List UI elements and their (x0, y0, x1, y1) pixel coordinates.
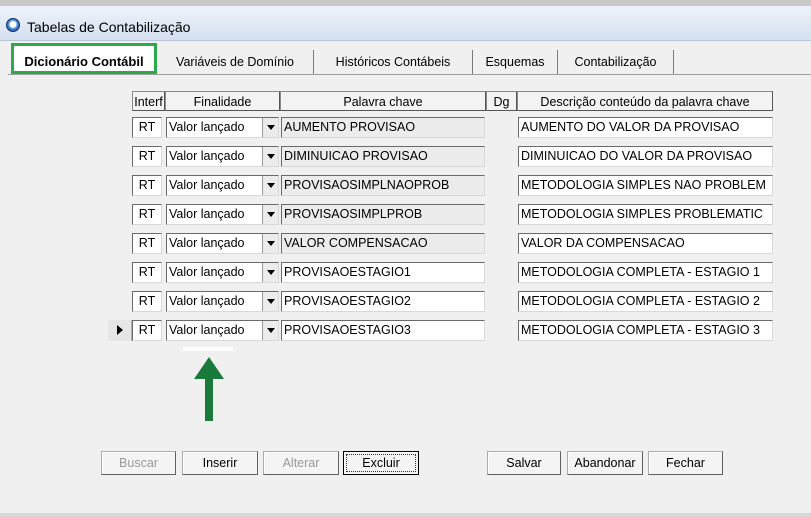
row3-descricao[interactable]: METODOLOGIA SIMPLES NAO PROBLEM (518, 175, 773, 196)
row2-palavra-chave[interactable]: DIMINUICAO PROVISAO (281, 146, 485, 167)
dropdown-arrow-icon[interactable] (262, 205, 278, 224)
row6-interf[interactable]: RT (132, 262, 162, 283)
salvar-button[interactable]: Salvar (487, 451, 561, 475)
title-bar: Tabelas de Contabilização (0, 6, 811, 41)
window-title: Tabelas de Contabilização (27, 19, 191, 35)
annotation-arrow-icon (194, 357, 224, 421)
row6-finalidade-select[interactable]: Valor lançado (166, 262, 279, 283)
dropdown-arrow-icon[interactable] (262, 147, 278, 166)
row5-finalidade-value: Valor lançado (169, 236, 245, 250)
row6-descricao[interactable]: METODOLOGIA COMPLETA - ESTAGIO 1 (518, 262, 773, 283)
dropdown-arrow-icon[interactable] (262, 176, 278, 195)
row4-palavra-chave[interactable]: PROVISAOSIMPLPROB (281, 204, 485, 225)
row8-finalidade-select[interactable]: Valor lançado (166, 320, 279, 341)
row8-descricao[interactable]: METODOLOGIA COMPLETA - ESTAGIO 3 (518, 320, 773, 341)
dropdown-arrow-icon[interactable] (262, 263, 278, 282)
row1-finalidade-value: Valor lançado (169, 120, 245, 134)
abandonar-button[interactable]: Abandonar (567, 451, 643, 475)
row7-finalidade-value: Valor lançado (169, 294, 245, 308)
row8-palavra-chave[interactable]: PROVISAOESTAGIO3 (281, 320, 485, 341)
fechar-button[interactable]: Fechar (648, 451, 723, 475)
row8-finalidade-value: Valor lançado (169, 323, 245, 337)
row6-finalidade-value: Valor lançado (169, 265, 245, 279)
row3-interf[interactable]: RT (132, 175, 162, 196)
row6-palavra-chave[interactable]: PROVISAOESTAGIO1 (281, 262, 485, 283)
column-header-descricao[interactable]: Descrição conteúdo da palavra chave (517, 91, 773, 111)
row2-descricao[interactable]: DIMINUICAO DO VALOR DA PROVISAO (518, 146, 773, 167)
dropdown-arrow-icon[interactable] (262, 321, 278, 340)
row1-interf[interactable]: RT (132, 117, 162, 138)
row3-finalidade-select[interactable]: Valor lançado (166, 175, 279, 196)
row7-descricao[interactable]: METODOLOGIA COMPLETA - ESTAGIO 2 (518, 291, 773, 312)
tab-variaveis-dominio[interactable]: Variáveis de Domínio (157, 50, 314, 74)
row4-finalidade-value: Valor lançado (169, 207, 245, 221)
dropdown-arrow-icon[interactable] (262, 234, 278, 253)
row5-palavra-chave[interactable]: VALOR COMPENSACAO (281, 233, 485, 254)
tab-contabilizacao[interactable]: Contabilização (558, 50, 674, 74)
row8-interf[interactable]: RT (132, 320, 162, 341)
excluir-button[interactable]: Excluir (343, 451, 419, 475)
bottom-edge (0, 513, 811, 517)
app-window: Tabelas de Contabilização Dicionário Con… (0, 0, 811, 517)
row4-interf[interactable]: RT (132, 204, 162, 225)
row5-finalidade-select[interactable]: Valor lançado (166, 233, 279, 254)
row2-finalidade-select[interactable]: Valor lançado (166, 146, 279, 167)
tab-dicionario-contabil[interactable]: Dicionário Contábil (11, 43, 157, 74)
row1-descricao[interactable]: AUMENTO DO VALOR DA PROVISAO (518, 117, 773, 138)
new-row-strip (183, 347, 233, 351)
tab-historicos-contabeis[interactable]: Históricos Contábeis (314, 50, 473, 74)
row4-finalidade-select[interactable]: Valor lançado (166, 204, 279, 225)
row1-finalidade-select[interactable]: Valor lançado (166, 117, 279, 138)
column-header-dg[interactable]: Dg (486, 91, 517, 111)
alterar-button[interactable]: Alterar (263, 451, 339, 475)
column-header-interf[interactable]: Interf (132, 91, 165, 111)
row1-palavra-chave[interactable]: AUMENTO PROVISAO (281, 117, 485, 138)
row7-palavra-chave[interactable]: PROVISAOESTAGIO2 (281, 291, 485, 312)
buscar-button[interactable]: Buscar (101, 451, 176, 475)
row7-interf[interactable]: RT (132, 291, 162, 312)
row4-descricao[interactable]: METODOLOGIA SIMPLES PROBLEMATIC (518, 204, 773, 225)
row2-finalidade-value: Valor lançado (169, 149, 245, 163)
row7-finalidade-select[interactable]: Valor lançado (166, 291, 279, 312)
app-logo-icon (6, 18, 20, 32)
tab-esquemas[interactable]: Esquemas (473, 50, 558, 74)
inserir-button[interactable]: Inserir (182, 451, 258, 475)
row3-finalidade-value: Valor lançado (169, 178, 245, 192)
dropdown-arrow-icon[interactable] (262, 292, 278, 311)
row5-interf[interactable]: RT (132, 233, 162, 254)
dropdown-arrow-icon[interactable] (262, 118, 278, 137)
current-row-indicator-icon (117, 325, 130, 335)
row5-descricao[interactable]: VALOR DA COMPENSACAO (518, 233, 773, 254)
row2-interf[interactable]: RT (132, 146, 162, 167)
column-header-finalidade[interactable]: Finalidade (165, 91, 280, 111)
row3-palavra-chave[interactable]: PROVISAOSIMPLNAOPROB (281, 175, 485, 196)
column-header-palavra-chave[interactable]: Palavra chave (280, 91, 486, 111)
